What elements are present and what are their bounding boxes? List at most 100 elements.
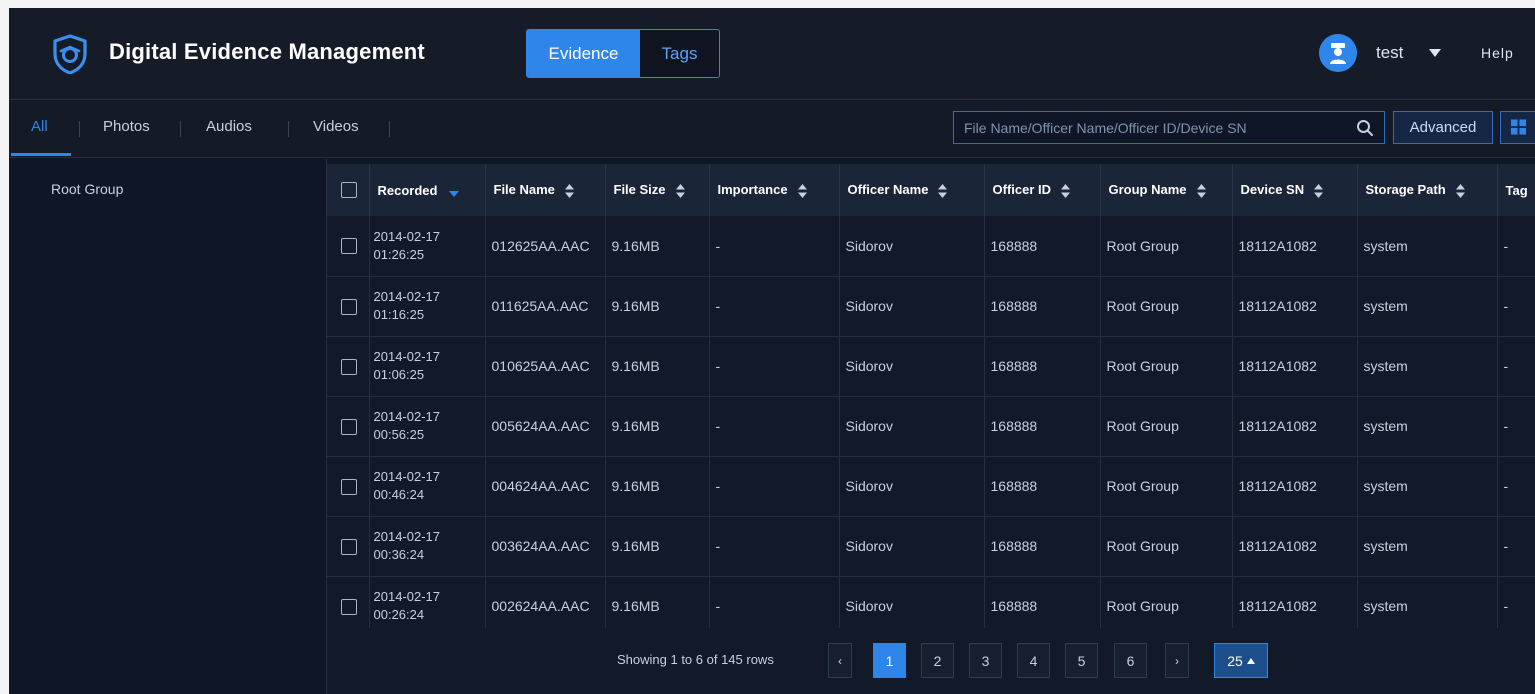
cell-officer-id: 168888 xyxy=(984,216,1101,277)
cell-file-name: 010625AA.AAC xyxy=(485,336,606,397)
page-button-4[interactable]: 4 xyxy=(1017,643,1050,678)
cell-officer-name: Sidorov xyxy=(839,516,985,577)
user-menu-caret-icon[interactable] xyxy=(1429,49,1441,57)
cell-importance: - xyxy=(709,576,840,637)
row-checkbox[interactable] xyxy=(341,358,357,375)
cell-recorded: 2014-02-17 01:26:25 xyxy=(369,216,486,277)
cell-file-size: 9.16MB xyxy=(605,576,710,637)
advanced-search-button[interactable]: Advanced xyxy=(1393,111,1493,144)
cell-storage-path: system xyxy=(1357,336,1498,397)
cell-officer-id: 168888 xyxy=(984,576,1101,637)
row-checkbox[interactable] xyxy=(341,538,357,555)
table-row[interactable]: 2014-02-17 01:16:25 011625AA.AAC 9.16MB - Si… xyxy=(327,276,1535,337)
page-button-1[interactable]: 1 xyxy=(873,643,906,678)
prev-page-button[interactable]: ‹ xyxy=(828,643,852,678)
cell-file-name: 003624AA.AAC xyxy=(485,516,606,577)
cell-officer-name: Sidorov xyxy=(839,276,985,337)
column-header-officer-id[interactable]: Officer ID xyxy=(984,164,1101,216)
cell-storage-path: system xyxy=(1357,216,1498,277)
select-all-checkbox[interactable] xyxy=(341,182,357,199)
row-select-cell xyxy=(327,396,370,457)
cell-tag: - xyxy=(1497,456,1535,517)
page-size-value: 25 xyxy=(1227,652,1243,669)
table-row[interactable]: 2014-02-17 00:56:25 005624AA.AAC 9.16MB - Si… xyxy=(327,396,1535,457)
username[interactable]: test xyxy=(1376,43,1403,63)
page-button-3[interactable]: 3 xyxy=(969,643,1002,678)
row-checkbox[interactable] xyxy=(341,238,357,255)
cell-device-sn: 18112A1082 xyxy=(1232,576,1358,637)
cell-officer-id: 168888 xyxy=(984,336,1101,397)
page-button-2[interactable]: 2 xyxy=(921,643,954,678)
column-header-file-size[interactable]: File Size xyxy=(605,164,710,216)
pagination-info: Showing 1 to 6 of 145 rows xyxy=(617,652,774,667)
cell-tag: - xyxy=(1497,516,1535,577)
filter-tab-all[interactable]: All xyxy=(31,118,48,135)
grid-view-icon[interactable] xyxy=(1500,111,1535,144)
evidence-table-area: Recorded File Name File Size Importance … xyxy=(327,159,1535,694)
row-select-cell xyxy=(327,276,370,337)
column-header-recorded[interactable]: Recorded xyxy=(369,164,486,216)
cell-tag: - xyxy=(1497,216,1535,277)
cell-importance: - xyxy=(709,216,840,277)
cell-recorded: 2014-02-17 00:36:24 xyxy=(369,516,486,577)
cell-group-name: Root Group xyxy=(1100,516,1233,577)
row-select-cell xyxy=(327,516,370,577)
filter-tab-audios[interactable]: Audios xyxy=(206,118,252,135)
page-size-dropdown[interactable]: 25 xyxy=(1214,643,1268,678)
cell-group-name: Root Group xyxy=(1100,216,1233,277)
cell-file-size: 9.16MB xyxy=(605,216,710,277)
row-select-cell xyxy=(327,456,370,517)
cell-file-name: 005624AA.AAC xyxy=(485,396,606,457)
tab-divider xyxy=(389,121,390,137)
row-checkbox[interactable] xyxy=(341,478,357,495)
cell-file-name: 002624AA.AAC xyxy=(485,576,606,637)
tab-tags[interactable]: Tags xyxy=(640,30,719,77)
table-row[interactable]: 2014-02-17 01:26:25 012625AA.AAC 9.16MB - Si… xyxy=(327,216,1535,277)
sort-icon xyxy=(675,183,685,198)
cell-officer-name: Sidorov xyxy=(839,216,985,277)
tab-evidence[interactable]: Evidence xyxy=(527,30,640,77)
search-input[interactable] xyxy=(954,112,1344,143)
row-checkbox[interactable] xyxy=(341,298,357,315)
column-header-storage-path[interactable]: Storage Path xyxy=(1357,164,1498,216)
table-row[interactable]: 2014-02-17 00:46:24 004624AA.AAC 9.16MB - Si… xyxy=(327,456,1535,517)
sort-icon xyxy=(564,183,574,198)
search-box xyxy=(953,111,1385,144)
cell-file-name: 011625AA.AAC xyxy=(485,276,606,337)
column-header-importance[interactable]: Importance xyxy=(709,164,840,216)
page-button-6[interactable]: 6 xyxy=(1114,643,1147,678)
next-page-button[interactable]: › xyxy=(1165,643,1189,678)
cell-file-size: 9.16MB xyxy=(605,516,710,577)
cell-file-size: 9.16MB xyxy=(605,336,710,397)
help-link[interactable]: Help xyxy=(1481,45,1514,61)
cell-recorded: 2014-02-17 00:26:24 xyxy=(369,576,486,637)
cell-officer-name: Sidorov xyxy=(839,576,985,637)
filter-tab-photos[interactable]: Photos xyxy=(103,118,150,135)
table-row[interactable]: 2014-02-17 00:26:24 002624AA.AAC 9.16MB - Si… xyxy=(327,576,1535,637)
filter-bar: All Photos Audios Videos Advanced xyxy=(9,101,1535,158)
cell-storage-path: system xyxy=(1357,276,1498,337)
table-row[interactable]: 2014-02-17 00:36:24 003624AA.AAC 9.16MB - Si… xyxy=(327,516,1535,577)
sort-icon xyxy=(1314,183,1324,198)
column-header-tag[interactable]: Tag xyxy=(1497,164,1535,216)
cell-storage-path: system xyxy=(1357,576,1498,637)
sort-icon xyxy=(797,183,807,198)
column-header-device-sn[interactable]: Device SN xyxy=(1232,164,1358,216)
column-header-file-name[interactable]: File Name xyxy=(485,164,606,216)
page-button-5[interactable]: 5 xyxy=(1065,643,1098,678)
table-row[interactable]: 2014-02-17 01:06:25 010625AA.AAC 9.16MB - Si… xyxy=(327,336,1535,397)
column-header-group-name[interactable]: Group Name xyxy=(1100,164,1233,216)
row-checkbox[interactable] xyxy=(341,418,357,435)
sort-icon xyxy=(1196,183,1206,198)
row-checkbox[interactable] xyxy=(341,598,357,615)
filter-tab-videos[interactable]: Videos xyxy=(313,118,359,135)
column-header-officer-name[interactable]: Officer Name xyxy=(839,164,985,216)
tree-item-root-group[interactable]: Root Group xyxy=(51,181,123,197)
officer-avatar-icon[interactable] xyxy=(1319,34,1357,72)
cell-importance: - xyxy=(709,516,840,577)
cell-device-sn: 18112A1082 xyxy=(1232,516,1358,577)
select-all-cell xyxy=(327,164,370,216)
search-icon[interactable] xyxy=(1356,119,1374,137)
cell-officer-id: 168888 xyxy=(984,276,1101,337)
table-body: 2014-02-17 01:26:25 012625AA.AAC 9.16MB - Si… xyxy=(327,216,1535,637)
